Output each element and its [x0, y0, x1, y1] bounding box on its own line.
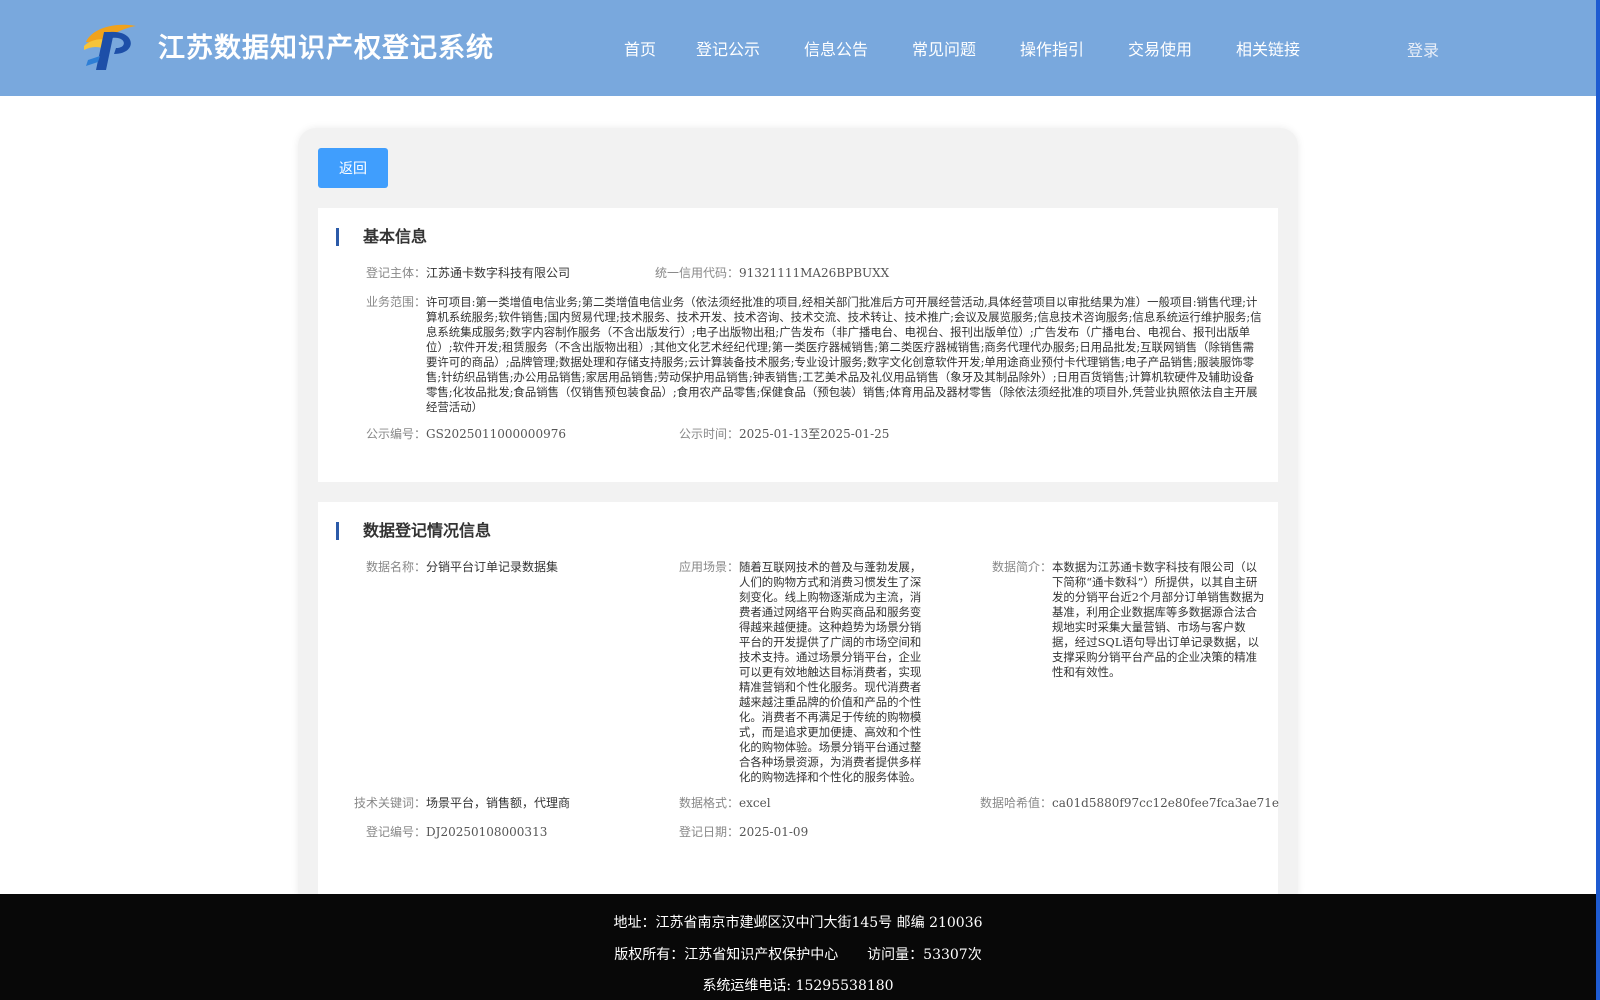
nav-guide[interactable]: 操作指引 [1020, 36, 1128, 60]
scene-field: 应用场景： 随着互联网技术的普及与蓬勃发展，人们的购物方式和消费习惯发生了深刻变… [679, 560, 929, 785]
cp-logo-icon[interactable] [80, 20, 142, 72]
publicity-no-value: GS2025011000000976 [426, 427, 566, 441]
footer-phone: 系统运维电话: 15295538180 [702, 978, 894, 994]
data-name-label: 数据名称： [366, 560, 427, 574]
section-title-basic: 基本信息 [336, 228, 427, 246]
nav-announcements[interactable]: 信息公告 [804, 36, 912, 60]
basic-info-card: 基本信息 登记主体： 江苏通卡数字科技有限公司 统一信用代码： 91321111… [318, 208, 1278, 482]
back-button[interactable]: 返回 [318, 148, 388, 188]
footer-visits: 访问量：53307次 [867, 947, 982, 963]
page-footer: 地址：江苏省南京市建邺区汉中门大街145号 邮编 210036 版权所有：江苏省… [0, 894, 1596, 1000]
data-name-value: 分销平台订单记录数据集 [426, 560, 559, 574]
top-header: 江苏数据知识产权登记系统 首页 登记公示 信息公告 常见问题 操作指引 交易使用… [0, 0, 1596, 96]
footer-copyright-line: 版权所有：江苏省知识产权保护中心 访问量：53307次 [0, 944, 1596, 964]
login-link[interactable]: 登录 [1407, 37, 1439, 61]
scrollbar[interactable] [1596, 0, 1600, 1000]
hash-field: 数据哈希值： ca01d5880f97cc12e80fee7fca3ae71e [980, 796, 1279, 811]
scene-value: 随着互联网技术的普及与蓬勃发展，人们的购物方式和消费习惯发生了深刻变化。线上购物… [739, 560, 922, 784]
data-name-field: 数据名称： 分销平台订单记录数据集 [366, 560, 558, 575]
scope-label: 业务范围： [366, 295, 427, 309]
scope-value: 许可项目:第一类增值电信业务;第二类增值电信业务（依法须经批准的项目,经相关部门… [426, 295, 1262, 414]
format-value: excel [739, 796, 771, 810]
keywords-value: 场景平台，销售额，代理商 [426, 796, 571, 810]
intro-field: 数据简介： 本数据为江苏通卡数字科技有限公司（以下简称“通卡数科”）所提供，以其… [992, 560, 1266, 680]
intro-label: 数据简介： [992, 560, 1053, 574]
section-title-data: 数据登记情况信息 [336, 522, 491, 540]
hash-label: 数据哈希值： [980, 796, 1053, 810]
credit-code-value: 91321111MA26BPBUXX [739, 266, 890, 280]
footer-copyright: 版权所有：江苏省知识产权保护中心 [614, 947, 839, 963]
keywords-label: 技术关键词： [354, 796, 427, 810]
intro-value: 本数据为江苏通卡数字科技有限公司（以下简称“通卡数科”）所提供，以其自主研发的分… [1052, 560, 1265, 679]
nav-related-links[interactable]: 相关链接 [1236, 36, 1336, 60]
footer-address: 地址：江苏省南京市建邺区汉中门大街145号 邮编 210036 [613, 915, 983, 931]
hash-value: ca01d5880f97cc12e80fee7fca3ae71e [1052, 796, 1280, 810]
format-field: 数据格式： excel [679, 796, 771, 811]
publicity-time-label: 公示时间： [679, 427, 740, 441]
main-nav: 首页 登记公示 信息公告 常见问题 操作指引 交易使用 相关链接 [624, 36, 1336, 60]
registration-date-label: 登记日期： [679, 825, 740, 839]
nav-home[interactable]: 首页 [624, 36, 696, 60]
detail-container: 返回 基本信息 登记主体： 江苏通卡数字科技有限公司 统一信用代码： 91321… [298, 128, 1298, 922]
scene-label: 应用场景： [679, 560, 740, 574]
publicity-no-label: 公示编号： [366, 427, 427, 441]
nav-registration-publicity[interactable]: 登记公示 [696, 36, 804, 60]
credit-code-field: 统一信用代码： 91321111MA26BPBUXX [655, 266, 889, 281]
registration-no-label: 登记编号： [366, 825, 427, 839]
nav-trade-use[interactable]: 交易使用 [1128, 36, 1236, 60]
publicity-time-field: 公示时间： 2025-01-13至2025-01-25 [679, 427, 889, 442]
registration-no-field: 登记编号： DJ20250108000313 [366, 825, 547, 840]
subject-label: 登记主体： [366, 266, 427, 280]
scope-field: 业务范围： 许可项目:第一类增值电信业务;第二类增值电信业务（依法须经批准的项目… [366, 295, 1264, 415]
registration-date-field: 登记日期： 2025-01-09 [679, 825, 808, 840]
registration-date-value: 2025-01-09 [739, 825, 809, 839]
format-label: 数据格式： [679, 796, 740, 810]
subject-value: 江苏通卡数字科技有限公司 [426, 266, 571, 280]
data-registration-card: 数据登记情况信息 数据名称： 分销平台订单记录数据集 应用场景： 随着互联网技术… [318, 502, 1279, 922]
site-title: 江苏数据知识产权登记系统 [158, 33, 494, 64]
subject-field: 登记主体： 江苏通卡数字科技有限公司 [366, 266, 570, 281]
publicity-time-value: 2025-01-13至2025-01-25 [739, 427, 890, 441]
keywords-field: 技术关键词： 场景平台，销售额，代理商 [354, 796, 570, 811]
publicity-no-field: 公示编号： GS2025011000000976 [366, 427, 566, 442]
registration-no-value: DJ20250108000313 [426, 825, 548, 839]
credit-code-label: 统一信用代码： [655, 266, 740, 280]
nav-faq[interactable]: 常见问题 [912, 36, 1020, 60]
